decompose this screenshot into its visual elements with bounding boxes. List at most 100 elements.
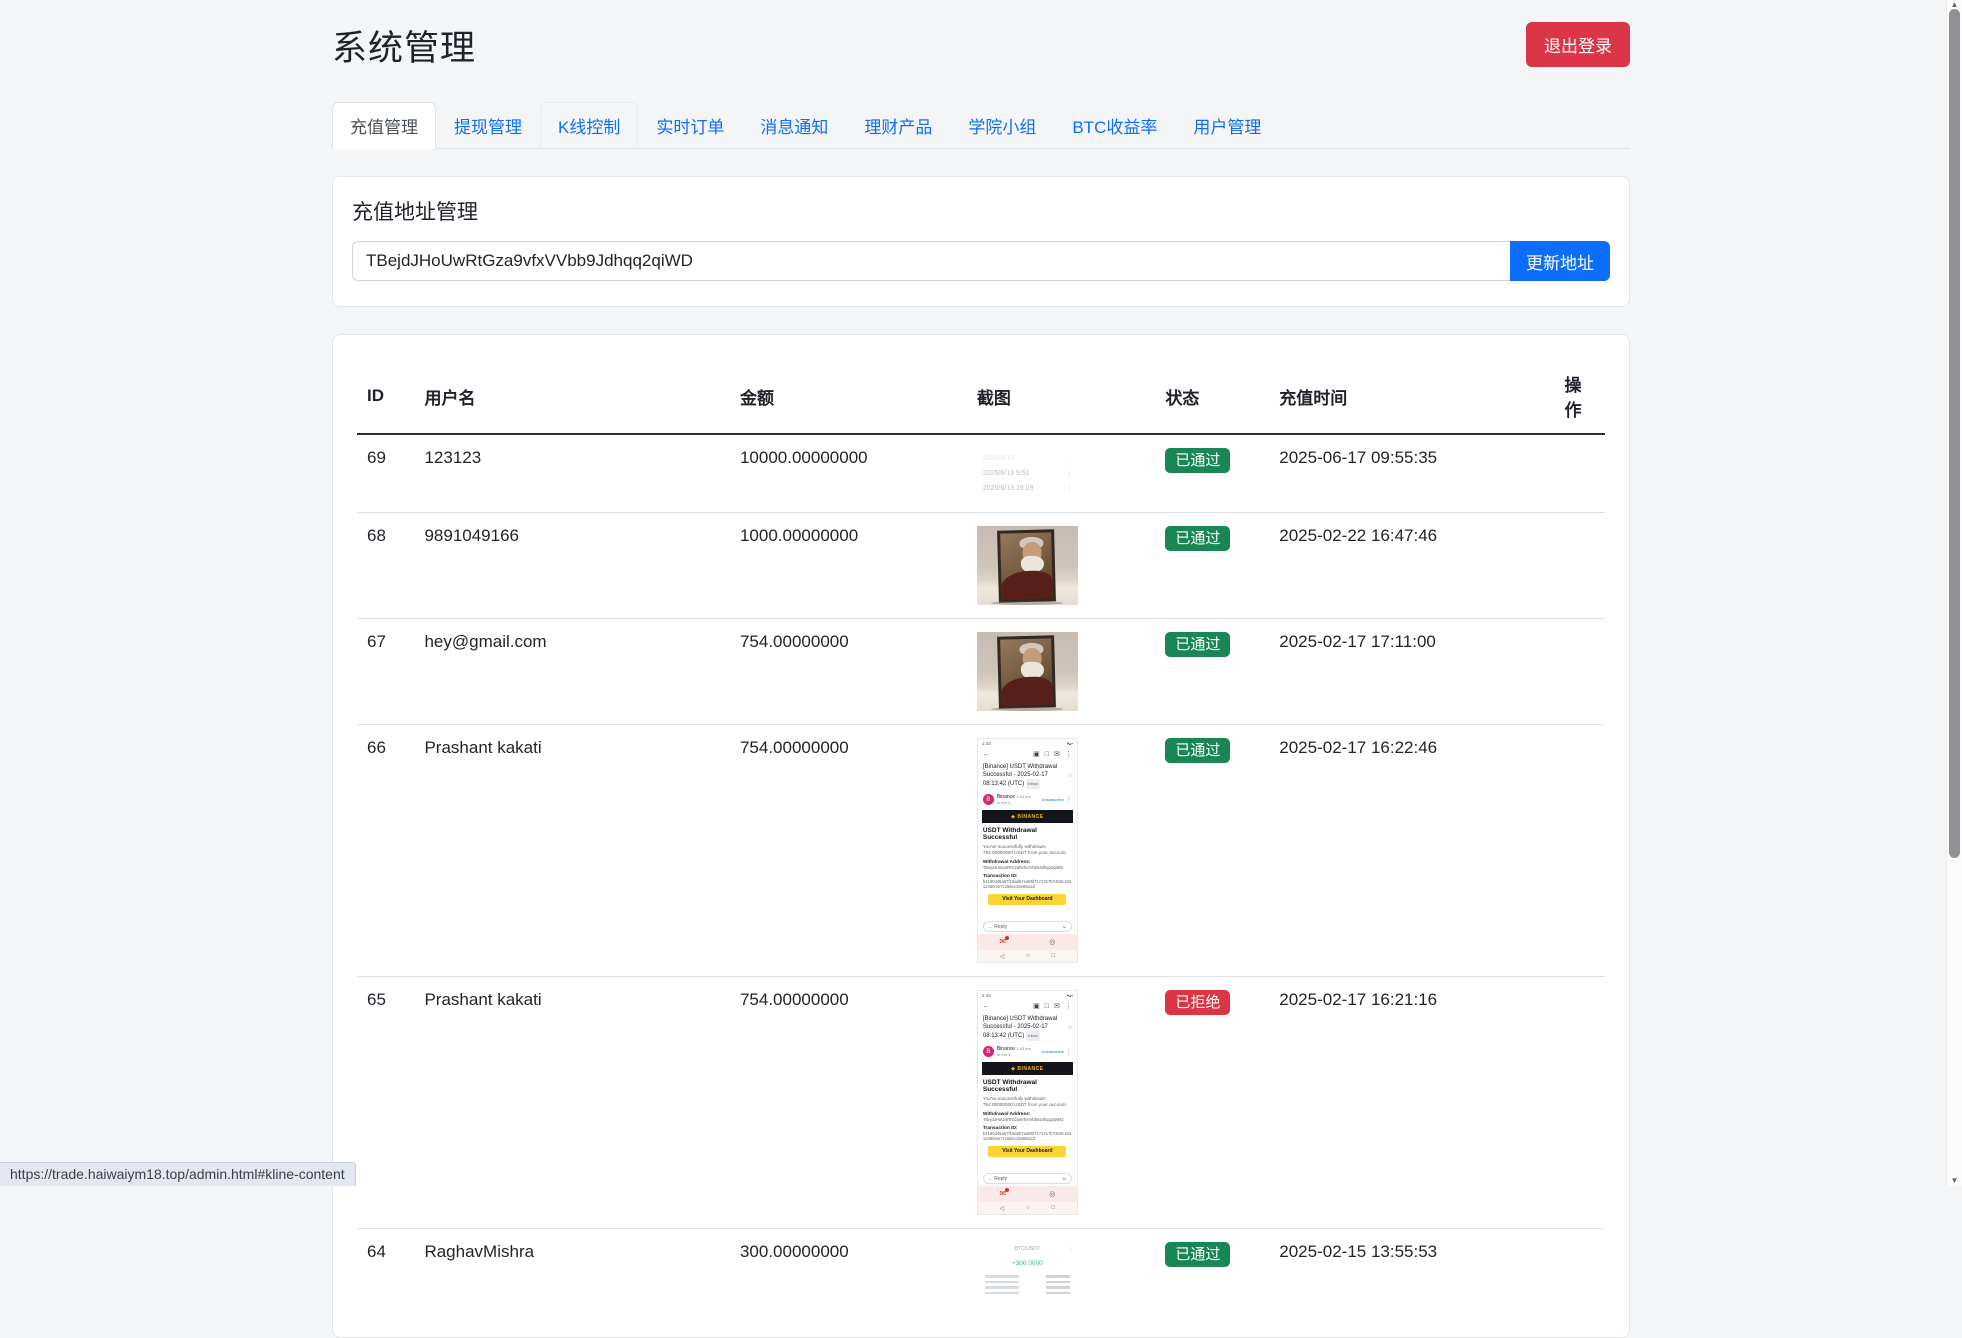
- mail-icon: ✉: [1054, 1002, 1060, 1010]
- screenshot-thumbnail[interactable]: 2025/6/13⋮ 2025/6/13 9:51⋮ 2025/6/13 16:…: [977, 448, 1078, 499]
- col-header-action: 操作: [1555, 357, 1605, 434]
- cell-action: [1555, 725, 1605, 977]
- cell-action: [1555, 977, 1605, 1229]
- cell-amount: 754.00000000: [730, 619, 967, 725]
- table-row: 66 Prashant kakati 754.00000000 1:43▾▴▪ …: [357, 725, 1605, 977]
- recharge-address-input[interactable]: [352, 241, 1510, 281]
- kebab-icon: ⋮: [1065, 1002, 1072, 1010]
- tab-withdraw[interactable]: 提现管理: [436, 102, 540, 149]
- cell-username: Prashant kakati: [414, 977, 730, 1229]
- tab-academy[interactable]: 学院小组: [950, 102, 1054, 149]
- table-row: 64 RaghavMishra 300.00000000 BTC/USDT ⋮ …: [357, 1229, 1605, 1338]
- cell-amount: 754.00000000: [730, 725, 967, 977]
- kebab-icon: ⋮: [1065, 750, 1072, 758]
- screenshot-thumbnail[interactable]: [977, 526, 1078, 605]
- android-home-icon: ○: [1026, 1205, 1030, 1211]
- screenshot-thumbnail[interactable]: BTC/USDT ⋮ +300.0000: [977, 1242, 1078, 1324]
- back-icon: ←: [983, 751, 990, 758]
- cell-id: 65: [357, 977, 414, 1229]
- cell-action: [1555, 1229, 1605, 1338]
- col-header-username: 用户名: [414, 357, 730, 434]
- screenshot-thumbnail[interactable]: 1:43▾▴▪ ← ▣ □ ✉ ⋮ [Binance] USDT Withdra…: [977, 738, 1078, 963]
- cell-id: 67: [357, 619, 414, 725]
- cell-time: 2025-02-17 16:22:46: [1269, 725, 1554, 977]
- status-badge: 已通过: [1165, 1242, 1230, 1267]
- cell-username: Prashant kakati: [414, 725, 730, 977]
- cell-amount: 754.00000000: [730, 977, 967, 1229]
- cell-time: 2025-02-15 13:55:53: [1269, 1229, 1554, 1338]
- cell-action: [1555, 619, 1605, 725]
- tab-notifications[interactable]: 消息通知: [742, 102, 846, 149]
- android-recents-icon: □: [1051, 1205, 1055, 1211]
- vertical-scrollbar[interactable]: ▲ ▼: [1946, 0, 1962, 1186]
- cell-amount: 10000.00000000: [730, 434, 967, 513]
- recharge-records-table: ID 用户名 金额 截图 状态 充值时间 操作 69 123123 10000.…: [357, 357, 1605, 1337]
- kebab-icon: ⋮: [1066, 796, 1072, 803]
- table-row: 69 123123 10000.00000000 2025/6/13⋮ 2025…: [357, 434, 1605, 513]
- update-address-button[interactable]: 更新地址: [1510, 241, 1610, 281]
- kebab-icon: ⋮: [1066, 481, 1073, 496]
- cell-screenshot: [967, 513, 1156, 619]
- status-badge: 已通过: [1165, 448, 1230, 473]
- star-icon: ☆: [1067, 1024, 1072, 1031]
- cell-username: RaghavMishra: [414, 1229, 730, 1338]
- tab-recharge[interactable]: 充值管理: [332, 102, 436, 149]
- status-badge: 已通过: [1165, 526, 1230, 551]
- tab-products[interactable]: 理财产品: [846, 102, 950, 149]
- page-title: 系统管理: [332, 20, 476, 71]
- star-icon: ☆: [1067, 772, 1072, 779]
- tab-users[interactable]: 用户管理: [1175, 102, 1279, 149]
- kebab-icon: ⋮: [1066, 466, 1073, 481]
- kebab-icon: ⋮: [1066, 1048, 1072, 1055]
- delete-icon: □: [1045, 751, 1049, 758]
- dashboard-button: Visit Your Dashboard: [988, 894, 1066, 905]
- android-back-icon: ◁: [1000, 1205, 1005, 1212]
- cell-screenshot: BTC/USDT ⋮ +300.0000: [967, 1229, 1156, 1338]
- smile-icon: ☺: [1062, 1176, 1067, 1182]
- sender-avatar: B: [983, 794, 994, 805]
- cell-action: [1555, 434, 1605, 513]
- table-row: 67 hey@gmail.com 754.00000000 已通过 2025-0…: [357, 619, 1605, 725]
- scrollbar-thumb[interactable]: [1949, 9, 1960, 858]
- cell-id: 64: [357, 1229, 414, 1338]
- recharge-records-card: ID 用户名 金额 截图 状态 充值时间 操作 69 123123 10000.…: [332, 334, 1630, 1338]
- logout-button[interactable]: 退出登录: [1526, 22, 1630, 67]
- recharge-address-heading: 充值地址管理: [352, 196, 1610, 226]
- kebab-icon: ⋮: [1066, 451, 1073, 466]
- back-icon: ←: [983, 1003, 990, 1010]
- cell-id: 66: [357, 725, 414, 977]
- col-header-amount: 金额: [730, 357, 967, 434]
- sender-avatar: B: [983, 1046, 994, 1057]
- cell-amount: 1000.00000000: [730, 513, 967, 619]
- scroll-down-icon[interactable]: ▼: [1947, 1177, 1962, 1185]
- delete-icon: □: [1045, 1003, 1049, 1010]
- screenshot-thumbnail[interactable]: 1:43▾▴▪ ← ▣ □ ✉ ⋮ [Binance] USDT Withdra…: [977, 990, 1078, 1215]
- status-bar-link: https://trade.haiwaiym18.top/admin.html#…: [0, 1162, 356, 1186]
- col-header-screenshot: 截图: [967, 357, 1156, 434]
- status-badge: 已通过: [1165, 632, 1230, 657]
- tab-btc-yield[interactable]: BTC收益率: [1054, 102, 1175, 149]
- cell-time: 2025-02-17 17:11:00: [1269, 619, 1554, 725]
- screenshot-thumbnail[interactable]: [977, 632, 1078, 711]
- cell-action: [1555, 513, 1605, 619]
- tab-kline[interactable]: K线控制: [540, 102, 638, 149]
- cell-id: 69: [357, 434, 414, 513]
- table-row: 68 9891049166 1000.00000000 已通过 2025-02-…: [357, 513, 1605, 619]
- address-input-group: 更新地址: [352, 241, 1610, 281]
- meet-icon: ◎: [1049, 1190, 1055, 1198]
- meet-icon: ◎: [1049, 938, 1055, 946]
- cell-username: 9891049166: [414, 513, 730, 619]
- cell-username: hey@gmail.com: [414, 619, 730, 725]
- mail-icon: ✉: [1054, 750, 1060, 758]
- scroll-up-icon[interactable]: ▲: [1947, 1, 1962, 9]
- table-header-row: ID 用户名 金额 截图 状态 充值时间 操作: [357, 357, 1605, 434]
- binance-logo: ◆ BINANCE: [1011, 1066, 1044, 1072]
- col-header-id: ID: [357, 357, 414, 434]
- status-badge: 已通过: [1165, 738, 1230, 763]
- android-recents-icon: □: [1051, 953, 1055, 959]
- col-header-status: 状态: [1155, 357, 1269, 434]
- cell-screenshot: 1:43▾▴▪ ← ▣ □ ✉ ⋮ [Binance] USDT Withdra…: [967, 725, 1156, 977]
- tab-orders[interactable]: 实时订单: [638, 102, 742, 149]
- cell-screenshot: 2025/6/13⋮ 2025/6/13 9:51⋮ 2025/6/13 16:…: [967, 434, 1156, 513]
- gmail-icon: ✉: [999, 938, 1006, 946]
